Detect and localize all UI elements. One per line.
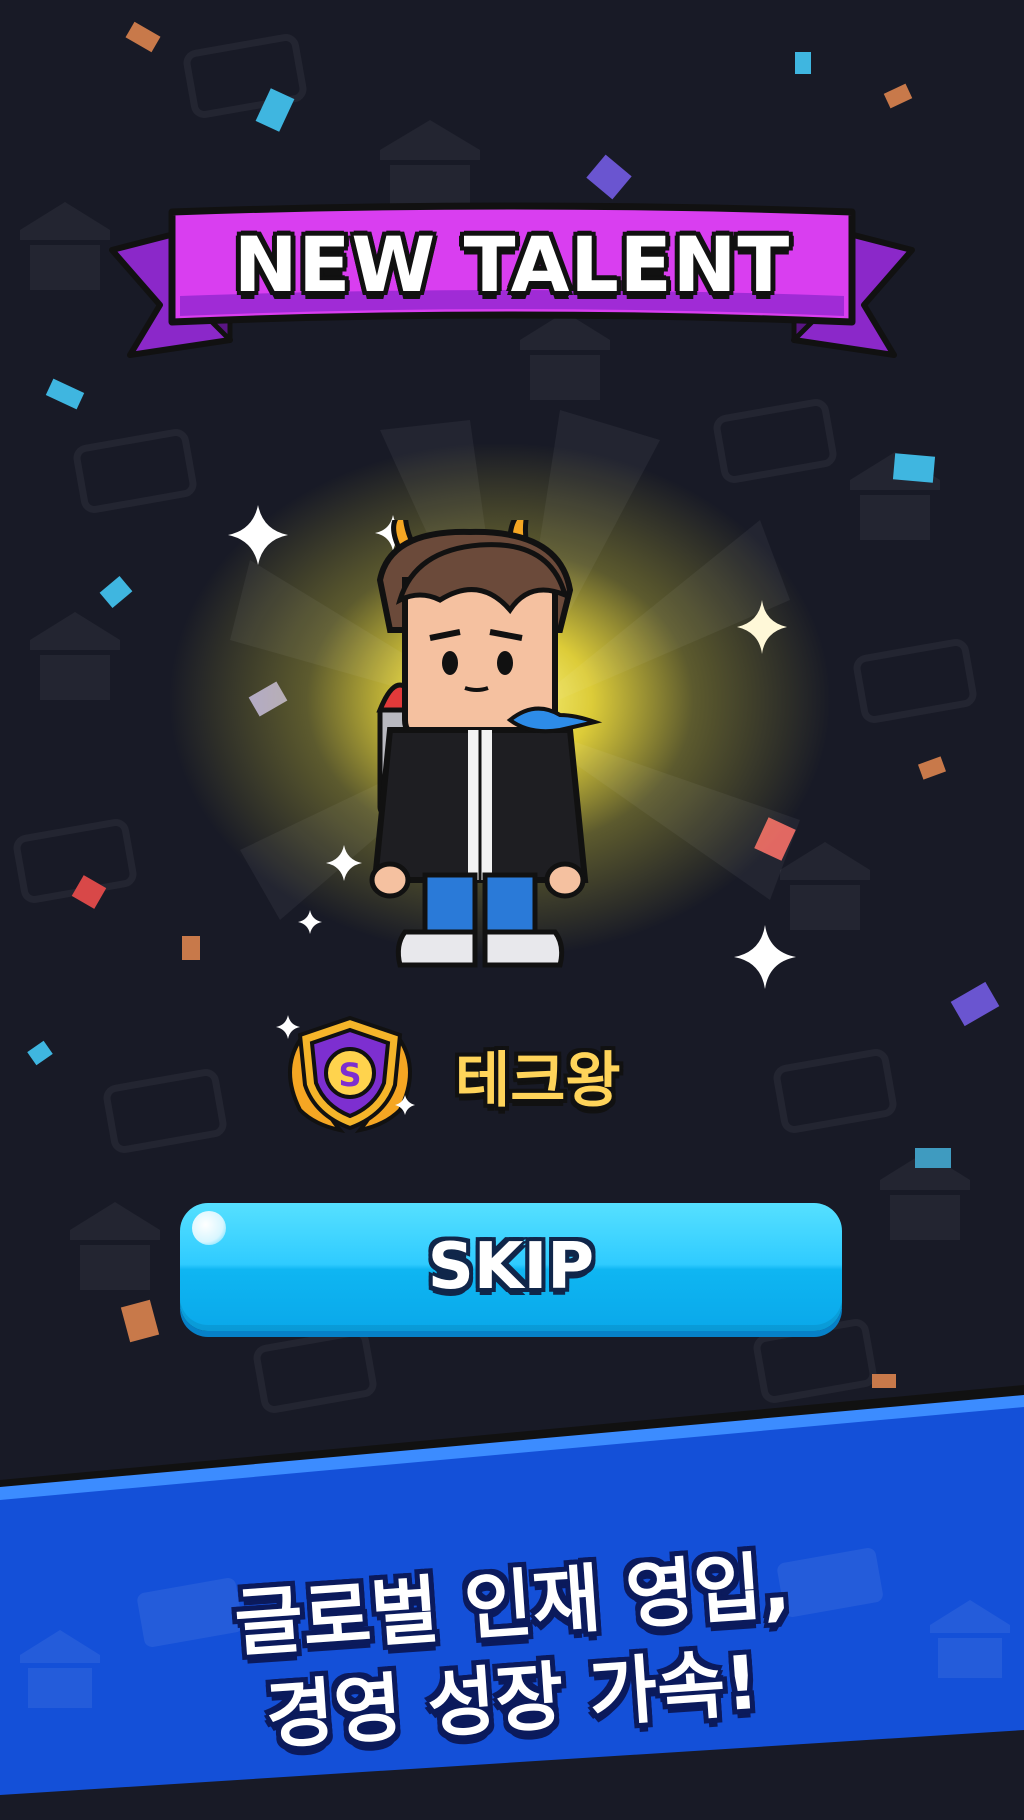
talent-character [369,520,603,968]
skip-button[interactable]: SKIP [180,1203,842,1331]
sparkle-icon [734,925,796,989]
sparkle-icon [298,910,322,934]
sparkle-icon [737,600,787,654]
sparkle-icon [228,505,288,565]
talent-name: 테크왕 [455,1046,621,1116]
talent-title-row: S 테크왕 [270,1000,770,1140]
confetti-piece [915,1148,951,1168]
svg-text:S: S [338,1056,361,1094]
bird-icon [506,706,603,734]
dollar-shield-laurel-icon: S [276,1015,415,1134]
sparkle-icon [326,845,362,881]
button-shine [192,1211,226,1245]
skip-button-label: SKIP [427,1230,595,1304]
